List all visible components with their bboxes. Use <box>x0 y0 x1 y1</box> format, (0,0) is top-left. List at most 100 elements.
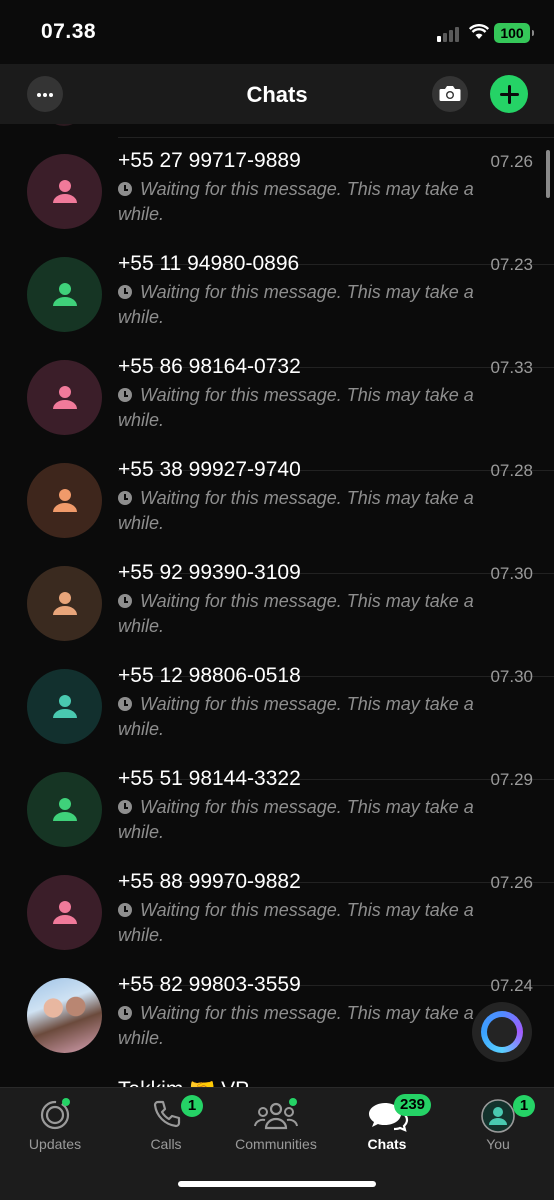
battery-icon: 100 <box>494 23 534 43</box>
chat-name: +55 11 94980-0896 <box>118 252 300 275</box>
chats-header: Chats <box>0 64 554 124</box>
chat-time: 07.30 <box>490 667 533 686</box>
chat-preview: Waiting for this message. This may take … <box>118 898 498 948</box>
person-icon <box>53 695 77 718</box>
chat-name: +55 51 98144-3322 <box>118 767 301 790</box>
chat-row[interactable]: +55 92 99390-3109 07.30 Waiting for this m… <box>0 560 554 677</box>
clock-icon <box>118 594 132 608</box>
person-icon <box>53 798 77 821</box>
chat-preview-text: Waiting for this message. This may take … <box>118 591 474 636</box>
chat-preview-text: Waiting for this message. This may take … <box>118 488 474 533</box>
chat-preview-text: Waiting for this message. This may take … <box>118 282 474 327</box>
chat-preview-text: Waiting for this message. This may take … <box>118 385 474 430</box>
chat-preview: Waiting for this message. This may take … <box>118 280 498 330</box>
clock-icon <box>118 491 132 505</box>
chat-preview: Waiting for this message. This may take … <box>118 383 498 433</box>
tab-label: Chats <box>367 1136 407 1152</box>
chat-time: 07.29 <box>490 770 533 789</box>
chat-preview: Waiting for this message. This may take … <box>118 486 498 536</box>
chat-time: 07.24 <box>490 976 533 995</box>
chat-list[interactable]: +55 27 99717-9889 07.26 Waiting for this m… <box>0 124 554 1088</box>
avatar[interactable] <box>27 669 102 744</box>
chat-name: +55 38 99927-9740 <box>118 458 301 481</box>
tab-label: Updates <box>28 1136 82 1152</box>
chat-row[interactable]: +55 51 98144-3322 07.29 Waiting for this m… <box>0 766 554 883</box>
chat-time: 07.23 <box>490 255 533 274</box>
wifi-icon <box>469 24 489 39</box>
clock-icon <box>118 903 132 917</box>
cellular-signal-icon <box>437 26 463 42</box>
you-badge: 1 <box>513 1095 535 1117</box>
meta-ai-button[interactable] <box>472 1002 532 1062</box>
camera-icon <box>439 86 461 101</box>
chat-preview-text: Waiting for this message. This may take … <box>118 797 474 842</box>
chat-row[interactable]: +55 12 98806-0518 07.30 Waiting for this m… <box>0 663 554 780</box>
clock-icon <box>118 800 132 814</box>
tab-label: You <box>486 1136 510 1152</box>
chat-preview-text: Waiting for this message. This may take … <box>118 900 474 945</box>
new-chat-button[interactable] <box>490 75 528 113</box>
chat-name: +55 92 99390-3109 <box>118 561 301 584</box>
chat-row[interactable]: +55 82 99803-3559 07.24 Waiting for this m… <box>0 972 554 1075</box>
chat-name: +55 86 98164-0732 <box>118 355 301 378</box>
profile-icon <box>481 1099 515 1133</box>
tab-label: Communities <box>235 1136 317 1152</box>
tab-communities[interactable]: Communities <box>221 1088 331 1168</box>
home-indicator <box>178 1181 376 1187</box>
chat-row[interactable]: +55 86 98164-0732 07.33 Waiting for this m… <box>0 354 554 471</box>
clock-icon <box>118 697 132 711</box>
chat-preview: Waiting for this message. This may take … <box>118 1001 498 1051</box>
avatar[interactable] <box>27 772 102 847</box>
camera-button[interactable] <box>432 76 468 112</box>
chat-preview-text: Waiting for this message. This may take … <box>118 1003 474 1048</box>
updates-dot <box>62 1098 70 1106</box>
phone-icon <box>153 1100 181 1128</box>
status-time: 07.38 <box>41 20 97 43</box>
chat-time: 07.26 <box>490 152 533 171</box>
clock-icon <box>118 388 132 402</box>
divider <box>118 137 554 138</box>
page-title: Chats <box>246 82 308 107</box>
person-icon <box>53 283 77 306</box>
tab-label: Calls <box>150 1136 182 1152</box>
person-icon <box>53 592 77 615</box>
chat-preview-text: Waiting for this message. This may take … <box>118 179 474 224</box>
calls-badge: 1 <box>181 1095 203 1117</box>
clock-icon <box>118 1006 132 1020</box>
meta-ai-icon <box>481 1011 523 1053</box>
chat-name: +55 82 99803-3559 <box>118 973 301 996</box>
scrollbar[interactable] <box>546 150 550 198</box>
avatar[interactable] <box>27 566 102 641</box>
tab-chats[interactable]: 239 Chats <box>332 1088 442 1168</box>
clock-icon <box>118 285 132 299</box>
person-icon <box>53 901 77 924</box>
avatar[interactable] <box>27 875 102 950</box>
avatar[interactable] <box>27 257 102 332</box>
chat-time: 07.28 <box>490 461 533 480</box>
clock-icon <box>118 182 132 196</box>
chat-row[interactable]: +55 27 99717-9889 07.26 Waiting for this m… <box>0 148 554 265</box>
chat-time: 07.30 <box>490 564 533 583</box>
chat-name: +55 27 99717-9889 <box>118 149 301 172</box>
chat-name: +55 12 98806-0518 <box>118 664 301 687</box>
tab-you[interactable]: 1 You <box>443 1088 553 1168</box>
chats-badge: 239 <box>394 1094 432 1116</box>
avatar <box>44 124 84 126</box>
status-bar: 07.38 100 <box>0 0 554 64</box>
person-icon <box>53 180 77 203</box>
chat-row[interactable]: +55 38 99927-9740 07.28 Waiting for this m… <box>0 457 554 574</box>
chat-row[interactable]: +55 88 99970-9882 07.26 Waiting for this m… <box>0 869 554 986</box>
avatar[interactable] <box>27 463 102 538</box>
chat-preview: Waiting for this message. This may take … <box>118 692 498 742</box>
chat-time: 07.26 <box>490 873 533 892</box>
person-icon <box>53 489 77 512</box>
avatar[interactable] <box>27 978 102 1053</box>
tab-calls[interactable]: 1 Calls <box>111 1088 221 1168</box>
chat-name: +55 88 99970-9882 <box>118 870 301 893</box>
tab-updates[interactable]: Updates <box>0 1088 110 1168</box>
avatar[interactable] <box>27 154 102 229</box>
chat-row[interactable]: +55 11 94980-0896 07.23 Waiting for this m… <box>0 251 554 368</box>
chat-time: 07.33 <box>490 358 533 377</box>
chat-preview: Waiting for this message. This may take … <box>118 177 498 227</box>
avatar[interactable] <box>27 360 102 435</box>
